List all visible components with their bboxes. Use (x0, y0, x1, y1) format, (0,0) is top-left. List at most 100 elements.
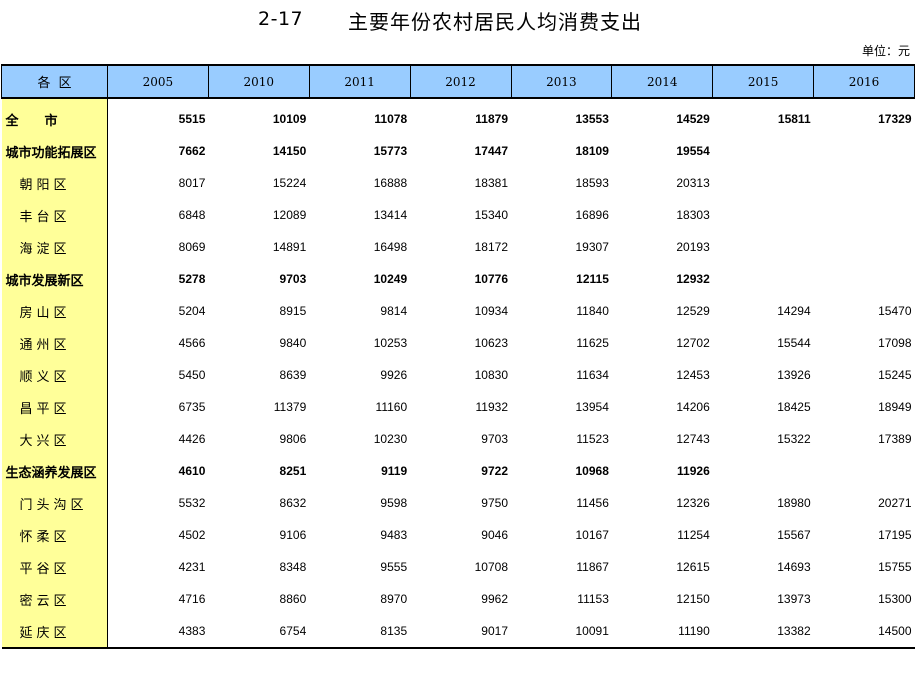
value-cell: 6735 (178, 400, 206, 414)
value-cell: 11634 (576, 368, 609, 382)
value-cell: 8915 (279, 304, 307, 318)
table-row: 海淀区 8069 14891 16498 18172 19307 20193 (1, 231, 915, 263)
value-cell: 14693 (777, 560, 811, 574)
table-row: 怀柔区 4502 9106 9483 9046 10167 11254 15567 17195 (1, 519, 915, 551)
value-cell: 16896 (575, 208, 609, 222)
value-cell (814, 263, 915, 295)
value-cell (814, 455, 915, 487)
value-cell: 16498 (373, 240, 408, 254)
value-cell: 4716 (178, 592, 206, 606)
header-year: 2015 (712, 64, 815, 99)
table-row: 顺义区 5450 8639 9926 10830 11634 12453 13926 15245 (1, 359, 915, 391)
table-row: 朝阳区 8017 15224 16888 18381 18593 20313 (1, 167, 915, 199)
table-row: 生态涵养发展区 4610 8251 9119 9722 10968 11926 (1, 455, 915, 487)
row-label: 顺义区 (1, 359, 108, 391)
value-cell: 18381 (474, 176, 508, 190)
row-label: 丰台区 (1, 199, 108, 231)
value-cell: 8069 (178, 240, 206, 254)
row-label: 房山区 (1, 295, 108, 327)
value-cell: 9483 (380, 528, 408, 542)
value-cell: 18425 (777, 400, 811, 414)
row-label: 海淀区 (1, 231, 108, 263)
value-cell: 13926 (777, 368, 811, 382)
header-year: 2013 (510, 64, 613, 99)
value-cell (713, 199, 814, 231)
value-cell: 9119 (381, 464, 408, 478)
value-cell: 12615 (676, 560, 710, 574)
value-cell: 4610 (178, 464, 206, 478)
row-label: 门头沟区 (1, 487, 108, 519)
value-cell: 11379 (273, 400, 307, 414)
value-cell: 14294 (777, 304, 811, 318)
value-cell: 9926 (380, 368, 408, 382)
value-cell: 15773 (373, 144, 408, 158)
value-cell: 9046 (481, 528, 508, 542)
value-cell: 8639 (279, 368, 307, 382)
value-cell: 9703 (481, 432, 508, 446)
value-cell: 13553 (575, 112, 609, 126)
value-cell: 10091 (511, 615, 612, 649)
value-cell: 10109 (272, 112, 307, 126)
value-cell: 5532 (178, 496, 206, 510)
value-cell: 8348 (279, 560, 307, 574)
table-number: 2-17 (258, 8, 304, 30)
value-cell: 18980 (777, 496, 811, 510)
value-cell: 19554 (676, 144, 710, 158)
row-label: 延庆区 (1, 615, 108, 649)
value-cell: 12932 (676, 272, 710, 286)
value-cell: 5450 (178, 368, 206, 382)
value-cell: 17195 (878, 528, 912, 542)
value-cell: 9962 (481, 592, 508, 606)
value-cell: 15567 (777, 528, 811, 542)
table-row: 大兴区 4426 9806 10230 9703 11523 12743 15322 17389 (1, 423, 915, 455)
value-cell: 15544 (777, 336, 811, 350)
table-row: 昌平区 6735 11379 11160 11932 13954 14206 18425 189… (1, 391, 915, 423)
header-year: 2016 (813, 64, 915, 99)
value-cell: 9806 (279, 432, 307, 446)
value-cell: 14206 (676, 400, 710, 414)
value-cell: 8135 (309, 615, 411, 649)
table-row: 延庆区 4383 6754 8135 9017 10091 11190 13382 14500 (1, 615, 915, 649)
value-cell: 4231 (178, 560, 206, 574)
value-cell: 11932 (475, 400, 508, 414)
value-cell (713, 231, 814, 263)
value-cell: 17329 (878, 112, 912, 126)
row-label: 生态涵养发展区 (1, 455, 108, 487)
value-cell: 9840 (279, 336, 307, 350)
value-cell: 6754 (208, 615, 310, 649)
value-cell: 15300 (878, 592, 912, 606)
value-cell: 11840 (576, 304, 609, 318)
value-cell: 18303 (676, 208, 710, 222)
value-cell: 10253 (373, 336, 408, 350)
value-cell: 9814 (380, 304, 408, 318)
table-row: 门头沟区 5532 8632 9598 9750 11456 12326 18980 20271 (1, 487, 915, 519)
value-cell (713, 135, 814, 167)
value-cell: 10830 (474, 368, 508, 382)
value-cell: 12326 (676, 496, 710, 510)
value-cell: 11867 (576, 560, 609, 574)
value-cell: 18172 (474, 240, 508, 254)
value-cell: 14529 (676, 112, 710, 126)
value-cell: 14891 (272, 240, 307, 254)
value-cell: 11523 (576, 432, 609, 446)
row-label: 通州区 (1, 327, 108, 359)
value-cell: 18593 (575, 176, 609, 190)
value-cell: 10934 (474, 304, 508, 318)
value-cell: 11160 (375, 400, 408, 414)
value-cell (713, 263, 814, 295)
value-cell: 20313 (676, 176, 710, 190)
value-cell (713, 455, 814, 487)
value-cell (814, 167, 915, 199)
table-row: 密云区 4716 8860 8970 9962 11153 12150 13973 15300 (1, 583, 915, 615)
value-cell: 11078 (374, 112, 408, 126)
value-cell: 15340 (474, 208, 508, 222)
value-cell: 8860 (279, 592, 307, 606)
value-cell: 8017 (178, 176, 206, 190)
value-cell: 14500 (813, 615, 915, 649)
value-cell: 10776 (474, 272, 508, 286)
value-cell: 7662 (178, 144, 206, 158)
header-year: 2012 (409, 64, 512, 99)
row-label: 城市发展新区 (1, 263, 108, 295)
table-body: 全 市 5515 10109 11078 11879 13553 14529 15811 173… (1, 98, 915, 649)
value-cell: 5515 (178, 112, 206, 126)
